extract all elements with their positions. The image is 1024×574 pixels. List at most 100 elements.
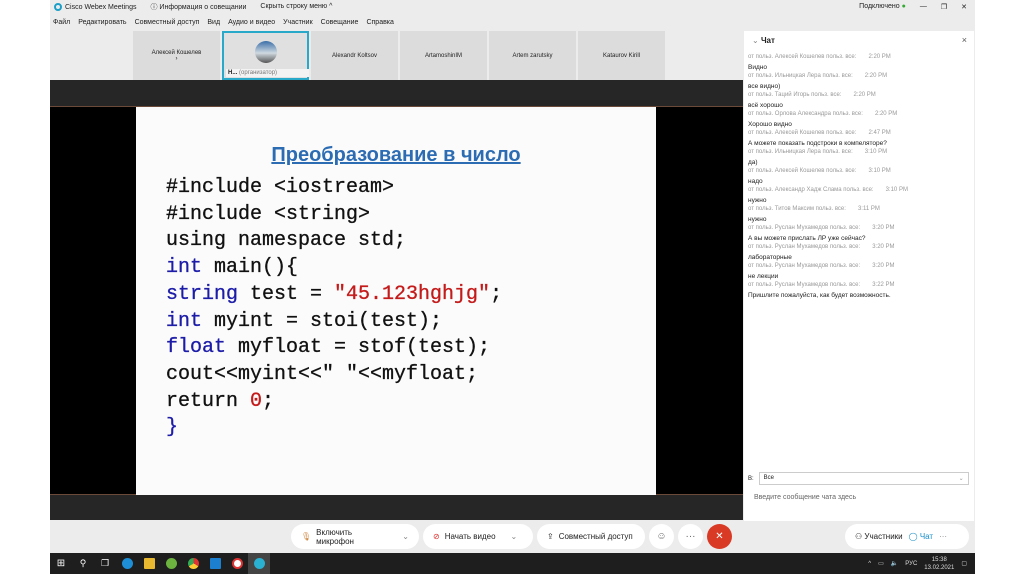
meeting-info-button[interactable]: ⓘ Информация о совещании [150,2,246,12]
menu-participant[interactable]: Участник [283,19,313,26]
participant-tile[interactable]: Artem zarutsky [489,31,576,80]
clock-date: 13.02.2021 [924,564,955,571]
menu-share[interactable]: Совместный доступ [135,19,200,26]
more-options-button[interactable]: ··· [678,524,703,549]
message-time: 2:20 PM [853,92,876,98]
message-sender: от польз. Орлова Александра польз. все: [748,111,863,117]
participant-tile[interactable]: Alexandr Koltsov [311,31,398,80]
message-meta: от польз. Алексей Кошелев польз. все: 3:1… [748,167,970,177]
network-icon[interactable]: ▭ [878,560,884,567]
code-token: int [166,309,203,333]
clock[interactable]: 15:38 13.02.2021 [924,556,954,572]
chevron-down-icon: ⌄ [958,476,964,482]
code-line: #include <string> [166,202,502,229]
chat-message: от польз. Руслан Мухамедов польз. все: 3:… [748,243,970,262]
message-meta: от польз. Александр Хадж Слама польз. вс… [748,186,970,196]
volume-icon[interactable]: 🔈 [891,560,898,567]
status-text: Подключено [859,3,900,10]
chat-message: от польз. Орлова Александра польз. все: 2… [748,110,970,129]
menu-help[interactable]: Справка [366,19,393,26]
message-meta: от польз. Титов Максим польз. все: 3:11 P… [748,205,970,215]
share-button[interactable]: ⇪ Совместный доступ [537,524,645,549]
close-chat-button[interactable]: × [962,35,967,45]
message-meta: от польз. Руслан Мухамедов польз. все: 3:… [748,243,970,253]
search-button[interactable]: ⚲ [72,553,94,574]
code-line: int main(){ [166,255,502,282]
message-text: да) [748,158,758,166]
mail-button[interactable] [204,553,226,574]
menu-audio-video[interactable]: Аудио и видео [228,19,275,26]
chevron-down-icon[interactable]: ⌄ [511,532,518,541]
message-text: нужно [748,215,767,223]
close-window-button[interactable]: ✕ [961,3,967,11]
code-line: #include <iostream> [166,175,502,202]
chevron-down-icon[interactable]: ⌄ [752,36,759,45]
message-time: 2:20 PM [868,54,891,60]
shared-screen: Преобразование в число #include <iostrea… [50,106,743,496]
webex-taskbar-button[interactable] [248,553,270,574]
hide-menu-button[interactable]: Скрыть строку меню ^ [260,3,332,10]
chat-message: от польз. Титов Максим польз. все: 3:11 P… [748,205,970,224]
code-token: 0 [250,389,263,413]
leave-meeting-button[interactable]: ✕ [707,524,732,549]
participant-tile-host[interactable]: Н... (организатор) [222,31,309,80]
chat-header[interactable]: ⌄ Чат [752,36,775,45]
app-title-text: Cisco Webex Meetings [65,3,137,11]
code-line: return 0; [166,389,502,416]
participants-button[interactable]: ⚇ Участники [855,532,903,541]
chat-message: от польз. Ильницкая Лера польз. все: 2:20… [748,72,970,91]
reactions-button[interactable]: ☺ [649,524,674,549]
edge-button[interactable] [116,553,138,574]
recipient-select[interactable]: Все ⌄ [758,472,969,485]
chat-message: от польз. Таций Игорь польз. все: 2:20 PM… [748,91,970,110]
start-button[interactable]: ⊞ [50,553,72,574]
menu-file[interactable]: Файл [53,19,70,26]
menu-meeting[interactable]: Совещание [321,19,359,26]
participant-tile[interactable]: ArtamoshinIM [400,31,487,80]
mute-button[interactable]: 🎙 Включить микрофон ⌄ [291,524,419,549]
menu-bar: Файл Редактировать Совместный доступ Вид… [50,15,394,29]
chat-button[interactable]: ◯ Чат [909,532,933,541]
participant-name: ArtamoshinIM [424,52,462,59]
message-time: 3:20 PM [872,225,895,231]
code-token: using namespace std; [166,229,407,253]
code-line: } [166,415,502,442]
message-meta: от польз. Орлова Александра польз. все: 2… [748,110,970,120]
chat-message: от польз. Руслан Мухамедов польз. все: 3:… [748,281,970,300]
chrome-button[interactable] [182,553,204,574]
recipient-select-row: В: Все ⌄ [748,472,969,485]
chat-message: от польз. Александр Хадж Слама польз. вс… [748,186,970,205]
restore-button[interactable]: ❐ [941,3,947,11]
menu-view[interactable]: Вид [207,19,220,26]
chat-input[interactable]: Введите сообщение чата здесь [754,494,856,501]
title-bar: Cisco Webex Meetings ⓘ Информация о сове… [50,0,975,13]
panel-more-button[interactable]: ··· [939,532,947,541]
language-indicator[interactable]: РУС [905,561,917,567]
explorer-button[interactable] [138,553,160,574]
message-text: все видно) [748,82,781,90]
start-video-button[interactable]: ⊘ Начать видео ⌄ [423,524,533,549]
yandex-button[interactable] [226,553,248,574]
message-meta: от польз. Руслан Мухамедов польз. все: 3:… [748,262,970,272]
stage-top-band [50,80,743,106]
webex-window: Cisco Webex Meetings ⓘ Информация о сове… [50,0,975,553]
participant-tile[interactable]: Kataurov Kirill [578,31,665,80]
avatar [254,40,277,63]
participant-name: Н... [228,70,238,76]
tray-expand-icon[interactable]: ^ [868,561,871,567]
code-token: myfloat = stof(test); [226,336,491,360]
chat-messages[interactable]: от польз. Алексей Кошелев польз. все: 2:2… [748,53,970,300]
message-text: А вы можете прислать ЛР уже сейчас? [748,234,866,242]
participants-label: Участники [864,532,903,541]
meeting-info-label: Информация о совещании [159,3,247,11]
minimize-button[interactable]: — [920,3,927,10]
chevron-down-icon[interactable]: ⌄ [402,532,409,541]
task-view-button[interactable]: ❐ [94,553,116,574]
mic-label: Включить микрофон [316,527,354,546]
utorrent-button[interactable] [160,553,182,574]
message-meta: от польз. Ильницкая Лера польз. все: 2:20… [748,72,970,82]
participant-tile[interactable]: Алексей Кошелев › [133,31,220,80]
participant-strip: Алексей Кошелев › Н... (организатор) Alex… [133,31,710,80]
menu-edit[interactable]: Редактировать [78,19,126,26]
notifications-icon[interactable]: ▢ [961,560,967,567]
